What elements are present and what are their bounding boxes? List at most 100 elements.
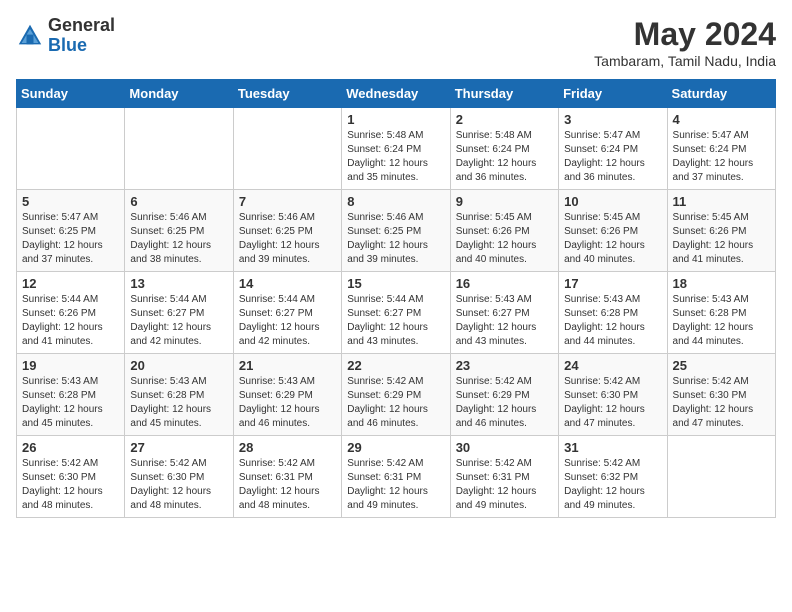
day-number: 20 [130,358,227,373]
day-info: Sunrise: 5:43 AM Sunset: 6:28 PM Dayligh… [564,293,661,349]
day-number: 1 [347,112,444,127]
day-info: Sunrise: 5:44 AM Sunset: 6:26 PM Dayligh… [22,293,119,349]
table-row [17,108,125,190]
table-row: 2 Sunrise: 5:48 AM Sunset: 6:24 PM Daylig… [450,108,558,190]
day-info: Sunrise: 5:46 AM Sunset: 6:25 PM Dayligh… [347,211,444,267]
table-row: 21Sunrise: 5:43 AM Sunset: 6:29 PM Dayli… [233,354,341,436]
col-friday: Friday [559,80,667,108]
title-block: May 2024 Tambaram, Tamil Nadu, India [594,16,776,69]
table-row: 29 Sunrise: 5:42 AM Sunset: 6:31 PM Dayli… [342,436,450,518]
day-number: 30 [456,440,553,455]
day-number: 18 [673,276,770,291]
day-info: Sunrise: 5:44 AM Sunset: 6:27 PM Dayligh… [130,293,227,349]
day-info: Sunrise: 5:42 AM Sunset: 6:29 PM Dayligh… [347,375,444,431]
day-info: Sunrise: 5:47 AM Sunset: 6:24 PM Dayligh… [673,129,770,185]
table-row: 1 Sunrise: 5:48 AM Sunset: 6:24 PM Daylig… [342,108,450,190]
table-row: 19Sunrise: 5:43 AM Sunset: 6:28 PM Dayli… [17,354,125,436]
col-sunday: Sunday [17,80,125,108]
table-row: 31Sunrise: 5:42 AM Sunset: 6:32 PM Dayli… [559,436,667,518]
day-number: 22 [347,358,444,373]
calendar-week-1: 1 Sunrise: 5:48 AM Sunset: 6:24 PM Daylig… [17,108,776,190]
table-row: 5 Sunrise: 5:47 AM Sunset: 6:25 PM Daylig… [17,190,125,272]
table-row: 8 Sunrise: 5:46 AM Sunset: 6:25 PM Daylig… [342,190,450,272]
day-number: 19 [22,358,119,373]
table-row: 24 Sunrise: 5:42 AM Sunset: 6:30 PM Dayli… [559,354,667,436]
day-info: Sunrise: 5:47 AM Sunset: 6:24 PM Dayligh… [564,129,661,185]
table-row: 17 Sunrise: 5:43 AM Sunset: 6:28 PM Dayli… [559,272,667,354]
table-row: 28 Sunrise: 5:42 AM Sunset: 6:31 PM Dayli… [233,436,341,518]
table-row: 14 Sunrise: 5:44 AM Sunset: 6:27 PM Dayli… [233,272,341,354]
day-number: 2 [456,112,553,127]
day-number: 4 [673,112,770,127]
col-saturday: Saturday [667,80,775,108]
day-info: Sunrise: 5:42 AM Sunset: 6:30 PM Dayligh… [564,375,661,431]
day-info: Sunrise: 5:42 AM Sunset: 6:31 PM Dayligh… [239,457,336,513]
day-info: Sunrise: 5:43 AM Sunset: 6:29 PM Dayligh… [239,375,336,431]
day-info: Sunrise: 5:46 AM Sunset: 6:25 PM Dayligh… [130,211,227,267]
day-number: 8 [347,194,444,209]
day-number: 24 [564,358,661,373]
day-number: 26 [22,440,119,455]
table-row: 20 Sunrise: 5:43 AM Sunset: 6:28 PM Dayli… [125,354,233,436]
table-row: 15Sunrise: 5:44 AM Sunset: 6:27 PM Dayli… [342,272,450,354]
calendar-week-4: 19 Sunrise: 5:43 AM Sunset: 6:28 PM Dayli… [17,354,776,436]
location: Tambaram, Tamil Nadu, India [594,53,776,69]
table-row: 27Sunrise: 5:42 AM Sunset: 6:30 PM Dayli… [125,436,233,518]
calendar-week-2: 5 Sunrise: 5:47 AM Sunset: 6:25 PM Daylig… [17,190,776,272]
table-row [125,108,233,190]
day-info: Sunrise: 5:42 AM Sunset: 6:31 PM Dayligh… [347,457,444,513]
day-info: Sunrise: 5:48 AM Sunset: 6:24 PM Dayligh… [456,129,553,185]
table-row: 13Sunrise: 5:44 AM Sunset: 6:27 PM Dayli… [125,272,233,354]
day-number: 3 [564,112,661,127]
day-info: Sunrise: 5:45 AM Sunset: 6:26 PM Dayligh… [456,211,553,267]
month-title: May 2024 [594,16,776,53]
day-info: Sunrise: 5:45 AM Sunset: 6:26 PM Dayligh… [564,211,661,267]
calendar-week-5: 26 Sunrise: 5:42 AM Sunset: 6:30 PM Dayli… [17,436,776,518]
day-number: 16 [456,276,553,291]
day-number: 31 [564,440,661,455]
day-info: Sunrise: 5:46 AM Sunset: 6:25 PM Dayligh… [239,211,336,267]
table-row: 9Sunrise: 5:45 AM Sunset: 6:26 PM Daylig… [450,190,558,272]
day-info: Sunrise: 5:43 AM Sunset: 6:27 PM Dayligh… [456,293,553,349]
day-info: Sunrise: 5:45 AM Sunset: 6:26 PM Dayligh… [673,211,770,267]
logo-icon [16,22,44,50]
page-header: General Blue May 2024 Tambaram, Tamil Na… [16,16,776,69]
table-row: 10 Sunrise: 5:45 AM Sunset: 6:26 PM Dayli… [559,190,667,272]
logo-text: General Blue [48,16,115,56]
day-info: Sunrise: 5:42 AM Sunset: 6:30 PM Dayligh… [673,375,770,431]
day-info: Sunrise: 5:44 AM Sunset: 6:27 PM Dayligh… [239,293,336,349]
col-wednesday: Wednesday [342,80,450,108]
table-row: 3 Sunrise: 5:47 AM Sunset: 6:24 PM Daylig… [559,108,667,190]
day-number: 14 [239,276,336,291]
table-row: 22 Sunrise: 5:42 AM Sunset: 6:29 PM Dayli… [342,354,450,436]
logo: General Blue [16,16,115,56]
table-row: 25 Sunrise: 5:42 AM Sunset: 6:30 PM Dayli… [667,354,775,436]
day-info: Sunrise: 5:43 AM Sunset: 6:28 PM Dayligh… [130,375,227,431]
table-row [667,436,775,518]
table-row: 11 Sunrise: 5:45 AM Sunset: 6:26 PM Dayli… [667,190,775,272]
day-number: 5 [22,194,119,209]
col-thursday: Thursday [450,80,558,108]
table-row: 23Sunrise: 5:42 AM Sunset: 6:29 PM Dayli… [450,354,558,436]
table-row: 7Sunrise: 5:46 AM Sunset: 6:25 PM Daylig… [233,190,341,272]
day-number: 11 [673,194,770,209]
day-info: Sunrise: 5:42 AM Sunset: 6:30 PM Dayligh… [22,457,119,513]
table-row: 18 Sunrise: 5:43 AM Sunset: 6:28 PM Dayli… [667,272,775,354]
day-number: 10 [564,194,661,209]
day-number: 28 [239,440,336,455]
calendar-week-3: 12 Sunrise: 5:44 AM Sunset: 6:26 PM Dayli… [17,272,776,354]
table-row: 12 Sunrise: 5:44 AM Sunset: 6:26 PM Dayli… [17,272,125,354]
day-number: 17 [564,276,661,291]
day-number: 29 [347,440,444,455]
table-row: 30 Sunrise: 5:42 AM Sunset: 6:31 PM Dayli… [450,436,558,518]
day-info: Sunrise: 5:42 AM Sunset: 6:31 PM Dayligh… [456,457,553,513]
calendar-table: Sunday Monday Tuesday Wednesday Thursday… [16,79,776,518]
day-info: Sunrise: 5:48 AM Sunset: 6:24 PM Dayligh… [347,129,444,185]
day-number: 25 [673,358,770,373]
day-number: 12 [22,276,119,291]
table-row: 16 Sunrise: 5:43 AM Sunset: 6:27 PM Dayli… [450,272,558,354]
day-number: 27 [130,440,227,455]
day-info: Sunrise: 5:47 AM Sunset: 6:25 PM Dayligh… [22,211,119,267]
day-info: Sunrise: 5:43 AM Sunset: 6:28 PM Dayligh… [673,293,770,349]
day-number: 15 [347,276,444,291]
